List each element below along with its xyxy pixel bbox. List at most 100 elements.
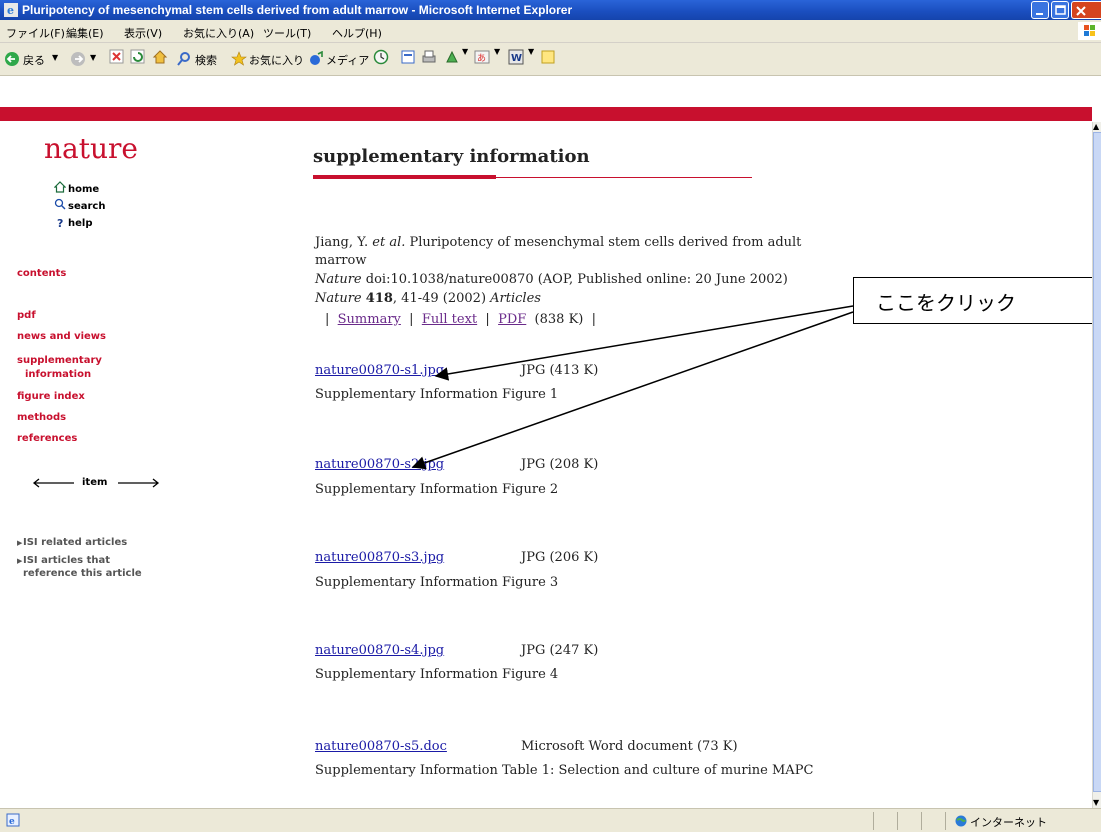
status-separator xyxy=(897,812,898,830)
star-icon xyxy=(231,51,247,66)
file-desc-s4: Supplementary Information Figure 4 xyxy=(315,667,559,682)
menu-file[interactable]: ファイル(F) xyxy=(6,25,65,41)
citation-authors: Jiang, Y. xyxy=(315,235,369,250)
nav-isi-reference-line1[interactable]: ISI articles that xyxy=(23,555,110,566)
nature-logo[interactable]: nature xyxy=(44,132,138,165)
isi-related-bullet-icon: ▶ xyxy=(17,539,23,547)
search-button[interactable]: 検索 xyxy=(176,49,226,69)
file-link-s5[interactable]: nature00870-s5.doc xyxy=(315,739,447,754)
close-button[interactable] xyxy=(1071,1,1101,19)
menu-help[interactable]: ヘルプ(H) xyxy=(332,25,382,41)
file-desc-s2: Supplementary Information Figure 2 xyxy=(315,482,559,497)
file-desc-s3: Supplementary Information Figure 3 xyxy=(315,575,559,590)
edit-dropdown-icon[interactable]: ▼ xyxy=(462,47,468,56)
pdf-link[interactable]: PDF xyxy=(498,312,526,327)
history-icon[interactable] xyxy=(373,49,389,69)
menu-favorites[interactable]: お気に入り(A) xyxy=(183,25,254,41)
prev-item-arrow-icon[interactable] xyxy=(32,478,74,488)
citation-doi: doi:10.1038/nature00870 (AOP, Published … xyxy=(365,272,788,287)
back-label: 戻る xyxy=(23,54,45,67)
note-icon[interactable] xyxy=(540,49,556,69)
help-icon: ? xyxy=(57,217,64,230)
nav-isi-related[interactable]: ISI related articles xyxy=(23,537,127,548)
nav-pdf[interactable]: pdf xyxy=(17,310,36,321)
file-link-s1[interactable]: nature00870-s1.jpg xyxy=(315,363,444,378)
forward-button[interactable]: ▼ xyxy=(70,49,104,69)
word-dropdown-icon[interactable]: ▼ xyxy=(528,47,534,56)
links-bar: | Summary | Full text | PDF (838 K) | xyxy=(325,312,597,327)
nav-isi-reference-line2[interactable]: reference this article xyxy=(23,568,142,579)
search-icon xyxy=(177,52,190,66)
menu-view[interactable]: 表示(V) xyxy=(124,25,162,41)
word-icon[interactable]: W xyxy=(508,49,524,69)
windows-logo-icon xyxy=(1078,22,1101,40)
nav-supplementary-line2[interactable]: information xyxy=(25,369,91,380)
file-type-s4: JPG (247 K) xyxy=(521,643,599,658)
svg-text:W: W xyxy=(511,53,522,64)
home-icon xyxy=(54,181,66,193)
menu-tools[interactable]: ツール(T) xyxy=(263,25,311,41)
citation-line1: Jiang, Y. et al. Pluripotency of mesench… xyxy=(315,235,801,250)
vertical-scrollbar[interactable]: ▲ ▼ xyxy=(1092,122,1101,808)
media-icon xyxy=(310,51,323,65)
back-arrow-icon xyxy=(5,52,19,66)
favorites-button[interactable]: お気に入り xyxy=(231,49,307,69)
callout-box: ここをクリック xyxy=(853,277,1095,324)
nav-supplementary-line1[interactable]: supplementary xyxy=(17,355,102,366)
close-icon xyxy=(1076,6,1086,16)
scroll-thumb[interactable] xyxy=(1093,132,1101,792)
file-link-s3[interactable]: nature00870-s3.jpg xyxy=(315,550,444,565)
minimize-button[interactable] xyxy=(1031,1,1049,19)
nav-news-and-views[interactable]: news and views xyxy=(17,331,106,342)
svg-text:e: e xyxy=(7,4,14,17)
pdf-size: (838 K) xyxy=(534,312,584,327)
citation-doi-line: Nature doi:10.1038/nature00870 (AOP, Pub… xyxy=(315,272,788,287)
ie-logo-icon: e xyxy=(4,3,18,17)
maximize-icon xyxy=(1055,5,1066,15)
stop-icon[interactable] xyxy=(109,49,125,69)
nav-methods[interactable]: methods xyxy=(17,412,66,423)
back-dropdown-icon[interactable]: ▼ xyxy=(52,53,58,62)
media-button[interactable]: メディア xyxy=(308,49,370,69)
refresh-icon[interactable] xyxy=(130,49,146,69)
print-icon[interactable] xyxy=(421,49,437,69)
nav-figure-index[interactable]: figure index xyxy=(17,391,85,402)
internet-globe-icon xyxy=(955,815,967,827)
nav-contents[interactable]: contents xyxy=(17,268,66,279)
forward-dropdown-icon[interactable]: ▼ xyxy=(90,53,96,62)
maximize-button[interactable] xyxy=(1051,1,1069,19)
translate-dropdown-icon[interactable]: ▼ xyxy=(494,47,500,56)
file-desc-s1: Supplementary Information Figure 1 xyxy=(315,387,559,402)
mail-icon[interactable] xyxy=(400,49,416,69)
nature-top-banner xyxy=(0,107,1092,121)
file-type-s5: Microsoft Word document (73 K) xyxy=(521,739,738,754)
nav-search[interactable]: search xyxy=(68,201,105,212)
nav-item-label: item xyxy=(82,477,108,488)
scroll-up-icon[interactable]: ▲ xyxy=(1093,122,1101,132)
next-item-arrow-icon[interactable] xyxy=(118,478,160,488)
scroll-down-icon[interactable]: ▼ xyxy=(1093,798,1101,808)
page-title: supplementary information xyxy=(313,146,590,167)
status-bar: e インターネット xyxy=(0,808,1101,832)
full-text-link[interactable]: Full text xyxy=(422,312,477,327)
file-link-s2[interactable]: nature00870-s2.jpg xyxy=(315,457,444,472)
menu-edit[interactable]: 編集(E) xyxy=(66,25,104,41)
nav-help[interactable]: help xyxy=(68,218,93,229)
home-icon[interactable] xyxy=(152,49,168,69)
search-label: 検索 xyxy=(195,54,217,67)
title-bar[interactable]: e Pluripotency of mesenchymal stem cells… xyxy=(0,0,1101,20)
file-link-s4[interactable]: nature00870-s4.jpg xyxy=(315,643,444,658)
edit-icon[interactable] xyxy=(444,49,460,69)
nav-references[interactable]: references xyxy=(17,433,77,444)
translate-icon[interactable]: あ xyxy=(474,49,492,69)
svg-text:e: e xyxy=(9,817,15,827)
file-type-s1: JPG (413 K) xyxy=(521,363,599,378)
back-button[interactable]: 戻る ▼ xyxy=(4,49,64,69)
citation-title: Pluripotency of mesenchymal stem cells d… xyxy=(409,235,802,250)
citation-etal: et al. xyxy=(372,235,406,250)
nav-home[interactable]: home xyxy=(68,184,99,195)
summary-link[interactable]: Summary xyxy=(338,312,401,327)
page-done-icon: e xyxy=(6,813,20,827)
isi-reference-bullet-icon: ▶ xyxy=(17,557,23,565)
search-icon xyxy=(54,198,66,210)
